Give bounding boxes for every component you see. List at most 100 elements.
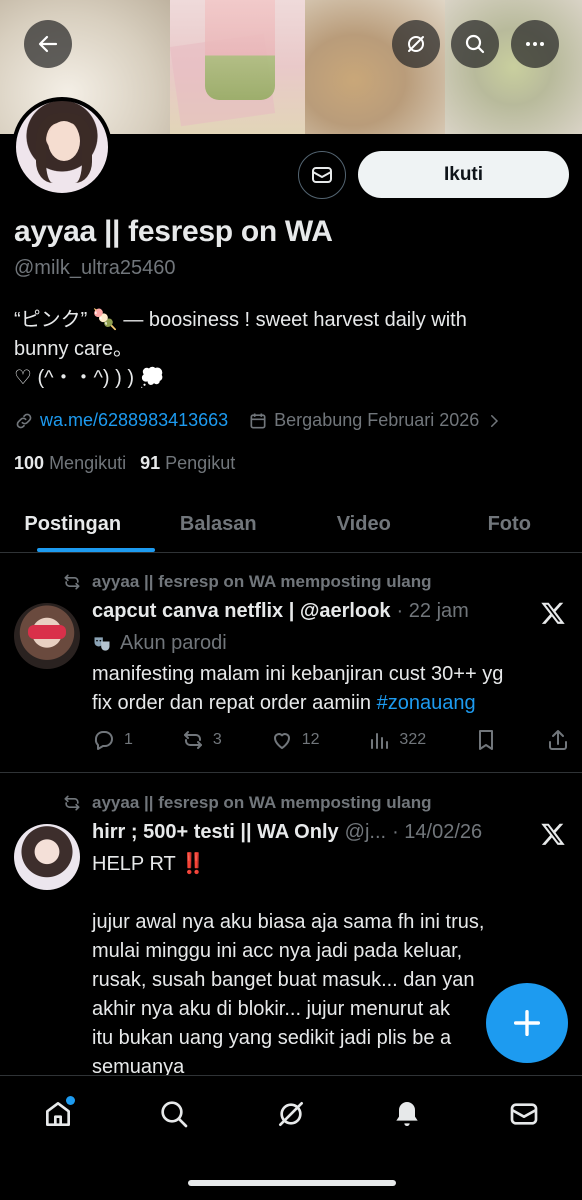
repost-indicator: ayyaa || fesresp on WA memposting ulang [62, 793, 432, 813]
bio-line: bunny care。 [14, 338, 133, 360]
repost-icon [64, 795, 80, 811]
post-text-line: jujur awal nya aku biasa aja sama fh ini… [92, 911, 485, 933]
grok-icon [408, 36, 424, 52]
views-count: 322 [399, 731, 427, 748]
calendar-icon [250, 413, 266, 428]
search-button[interactable] [451, 20, 499, 68]
parody-label: Akun parodi [120, 632, 227, 654]
post-text-line: manifesting malam ini kebanjiran cust 30… [92, 663, 504, 685]
nav-home[interactable] [38, 1094, 78, 1134]
followers-stat[interactable]: 91 Pengikut [140, 453, 235, 474]
tab-postingan[interactable]: Postingan [0, 497, 155, 552]
chevron-right-icon[interactable] [485, 412, 503, 430]
bookmark-icon [479, 730, 494, 750]
plus-icon [513, 1009, 541, 1037]
reply-icon [94, 731, 113, 750]
post-text-line: rusak, susah banget buat masuk... dan ya… [92, 969, 475, 991]
profile-name: ayyaa || fesresp on WA [14, 215, 333, 248]
following-label: Mengikuti [49, 453, 127, 473]
views-button[interactable]: 322 [367, 728, 426, 752]
post-author[interactable]: hirr ; 500+ testi || WA Only [92, 821, 339, 844]
grok-button[interactable] [392, 20, 440, 68]
banner-photo-matcha [445, 0, 582, 134]
bell-icon [396, 1102, 418, 1126]
compose-button[interactable] [486, 983, 568, 1063]
nav-notifications[interactable] [387, 1094, 427, 1134]
post-actions: 1 3 12 322 [92, 728, 570, 752]
tab-balasan[interactable]: Balasan [146, 497, 292, 552]
post-text-line: mulai minggu ini acc nya jadi pada kelua… [92, 940, 463, 962]
reply-count: 1 [124, 731, 133, 748]
post-time: · 22 jam [396, 600, 469, 622]
avatar-face [48, 121, 80, 161]
link-icon [16, 413, 32, 428]
more-button[interactable] [511, 20, 559, 68]
profile-handle: @milk_ultra25460 [14, 257, 176, 279]
share-button[interactable] [546, 728, 570, 752]
following-count: 100 [14, 453, 45, 473]
post-header: hirr ; 500+ testi || WA Only @j... · 14/… [92, 821, 482, 844]
more-icon [526, 42, 544, 46]
home-indicator[interactable] [188, 1180, 396, 1186]
post-header: capcut canva netflix | @aerlook · 22 jam [92, 600, 469, 623]
post-avatar[interactable] [14, 603, 80, 669]
followers-label: Pengikut [165, 453, 236, 473]
tab-video[interactable]: Video [291, 497, 437, 552]
parody-badge: Akun parodi [92, 632, 227, 655]
bookmark-button[interactable] [474, 728, 498, 752]
arrow-left-icon [38, 35, 58, 53]
following-stat[interactable]: 100 Mengikuti [14, 453, 126, 474]
post-avatar[interactable] [14, 824, 80, 890]
followers-count: 91 [140, 453, 161, 473]
post-text-line: fix order dan repat order aamiin #zonaua… [92, 689, 572, 718]
search-icon [465, 34, 485, 54]
repost-button[interactable]: 3 [181, 728, 222, 752]
nav-grok[interactable] [271, 1094, 311, 1134]
avatar-sunglasses [28, 625, 66, 639]
message-button[interactable] [298, 151, 346, 199]
envelope-icon [510, 1103, 538, 1125]
repost-text: ayyaa || fesresp on WA memposting ulang [92, 572, 432, 591]
grok-icon [279, 1102, 303, 1126]
bio-line: “ピンク” 🍡 — boosiness ! sweet harvest dail… [14, 309, 467, 331]
notification-dot [66, 1096, 75, 1105]
nav-messages[interactable] [504, 1094, 544, 1134]
tab-foto[interactable]: Foto [437, 497, 582, 552]
repost-icon [183, 731, 202, 749]
follow-button[interactable]: Ikuti [358, 151, 569, 198]
envelope-icon [312, 167, 332, 183]
post-text: manifesting malam ini kebanjiran cust 30… [92, 660, 572, 718]
like-count: 12 [301, 731, 320, 748]
like-button[interactable]: 12 [270, 728, 320, 752]
repost-count: 3 [212, 731, 222, 748]
profile-link[interactable]: wa.me/6288983413663 [40, 410, 228, 431]
profile-meta: wa.me/6288983413663 Bergabung Februari 2… [14, 410, 503, 431]
banner-photo-whisk [305, 0, 445, 134]
post-handle: @j... [344, 821, 387, 843]
post-time: · 14/02/26 [392, 821, 483, 843]
post-divider [0, 772, 582, 773]
hashtag-link[interactable]: #zonauang [377, 692, 476, 714]
reply-button[interactable]: 1 [92, 728, 133, 752]
post-text-line: HELP RT ‼️ [92, 853, 206, 875]
banner-matcha-glass [205, 0, 275, 100]
bio-line: ♡ (^・・^) ) ) 💭 [14, 367, 165, 389]
profile-tabs: Postingan Balasan Video Foto [0, 497, 582, 553]
profile-stats: 100 Mengikuti 91 Pengikut [14, 453, 235, 474]
views-icon [371, 733, 389, 749]
post-text-spacer [92, 879, 572, 908]
share-icon [549, 730, 567, 750]
nav-search[interactable] [154, 1094, 194, 1134]
repost-indicator: ayyaa || fesresp on WA memposting ulang [62, 572, 432, 592]
search-icon [161, 1101, 188, 1128]
profile-bio: “ピンク” 🍡 — boosiness ! sweet harvest dail… [14, 306, 574, 393]
back-button[interactable] [24, 20, 72, 68]
repost-text: ayyaa || fesresp on WA memposting ulang [92, 793, 432, 812]
heart-icon [273, 733, 290, 749]
x-logo-icon [541, 823, 565, 845]
post-text-span: fix order dan repat order aamiin [92, 692, 377, 714]
theater-masks-icon [94, 636, 110, 651]
profile-avatar[interactable] [12, 97, 112, 197]
joined-date: Bergabung Februari 2026 [274, 410, 480, 430]
post-author[interactable]: capcut canva netflix | @aerlook [92, 600, 391, 623]
